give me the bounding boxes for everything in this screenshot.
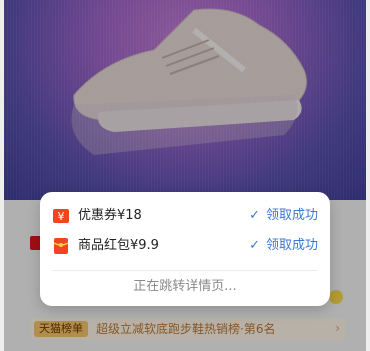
redirect-text: 正在跳转详情页... xyxy=(133,279,237,294)
red-envelope-label: 商品红包¥9.9 xyxy=(78,238,159,253)
divider xyxy=(52,270,318,271)
red-envelope-row: 商品红包¥9.9 ✓ 领取成功 xyxy=(40,232,330,260)
check-icon: ✓ xyxy=(249,208,260,223)
red-envelope-icon xyxy=(53,238,69,254)
red-envelope-status: ✓ 领取成功 xyxy=(249,236,318,256)
svg-text:¥: ¥ xyxy=(58,210,65,223)
check-icon: ✓ xyxy=(249,238,260,253)
coupon-label: 优惠券¥18 xyxy=(78,208,142,223)
coupon-popup: ¥ 优惠券¥18 ✓ 领取成功 商品红包¥9.9 ✓ 领取成功 正在跳转详情页... xyxy=(40,192,330,306)
status-text: 领取成功 xyxy=(265,238,318,253)
yuan-coupon-icon: ¥ xyxy=(53,209,69,223)
status-text: 领取成功 xyxy=(265,208,318,223)
coupon-row: ¥ 优惠券¥18 ✓ 领取成功 xyxy=(40,202,330,230)
coupon-status: ✓ 领取成功 xyxy=(249,206,318,226)
